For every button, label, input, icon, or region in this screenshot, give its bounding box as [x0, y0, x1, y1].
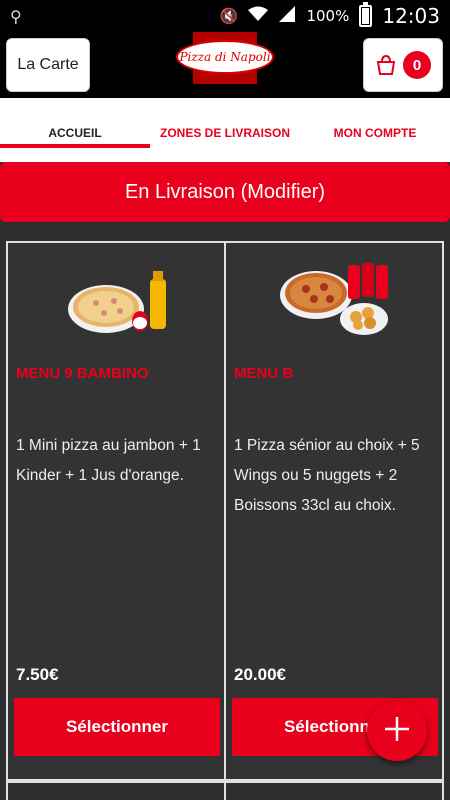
usb-icon: ⚲: [10, 6, 22, 26]
tab-zones-de-livraison[interactable]: ZONES DE LIVRAISON: [150, 98, 300, 150]
menu-card[interactable]: MENU B 1 Pizza sénior au choix + 5 Wings…: [224, 243, 442, 779]
la-carte-button[interactable]: La Carte: [6, 38, 90, 92]
menu-grid: MENU 9 BAMBINO 1 Mini pizza au jambon + …: [6, 241, 444, 781]
mute-icon: 🔇: [219, 7, 239, 25]
status-bar: ⚲ 🔇 100% 12:03: [0, 0, 450, 32]
cart-button[interactable]: 0: [363, 38, 443, 92]
nav-tabs: ACCUEIL ZONES DE LIVRAISON MON COMPTE: [0, 98, 450, 150]
tab-accueil[interactable]: ACCUEIL: [0, 98, 150, 150]
menu-description: 1 Mini pizza au jambon + 1 Kinder + 1 Ju…: [16, 437, 201, 484]
menu-card[interactable]: [224, 783, 442, 800]
wifi-icon: [248, 6, 269, 26]
menu-title: MENU 9 BAMBINO: [16, 365, 149, 382]
delivery-mode-button[interactable]: En Livraison (Modifier): [0, 162, 450, 222]
cart-count-badge: 0: [403, 51, 431, 79]
pizza-kinder-orange-juice-image: [56, 261, 176, 341]
menu-card[interactable]: [8, 783, 224, 800]
menu-price: 20.00€: [234, 665, 286, 684]
shopping-bag-icon: [375, 54, 397, 75]
menu-card[interactable]: MENU 9 BAMBINO 1 Mini pizza au jambon + …: [8, 243, 224, 779]
menu-title: MENU B: [234, 365, 294, 382]
menu-price: 7.50€: [16, 665, 59, 684]
menu-description: 1 Pizza sénior au choix + 5 Wings ou 5 n…: [234, 437, 420, 514]
app-header: La Carte Pizza di Napoli 0: [0, 32, 450, 98]
plus-icon: [383, 715, 411, 748]
add-fab-button[interactable]: [367, 701, 427, 761]
clock: 12:03: [382, 4, 440, 28]
battery-percent: 100%: [306, 7, 350, 25]
select-button[interactable]: Sélectionner: [14, 698, 220, 756]
tabs-divider: [0, 150, 450, 162]
battery-icon: [359, 2, 373, 27]
next-menu-row: [6, 781, 444, 800]
tab-mon-compte[interactable]: MON COMPTE: [300, 98, 450, 150]
pizza-coke-nuggets-image: [274, 261, 394, 341]
brand-logo[interactable]: Pizza di Napoli: [176, 40, 274, 74]
signal-icon: [278, 5, 296, 27]
